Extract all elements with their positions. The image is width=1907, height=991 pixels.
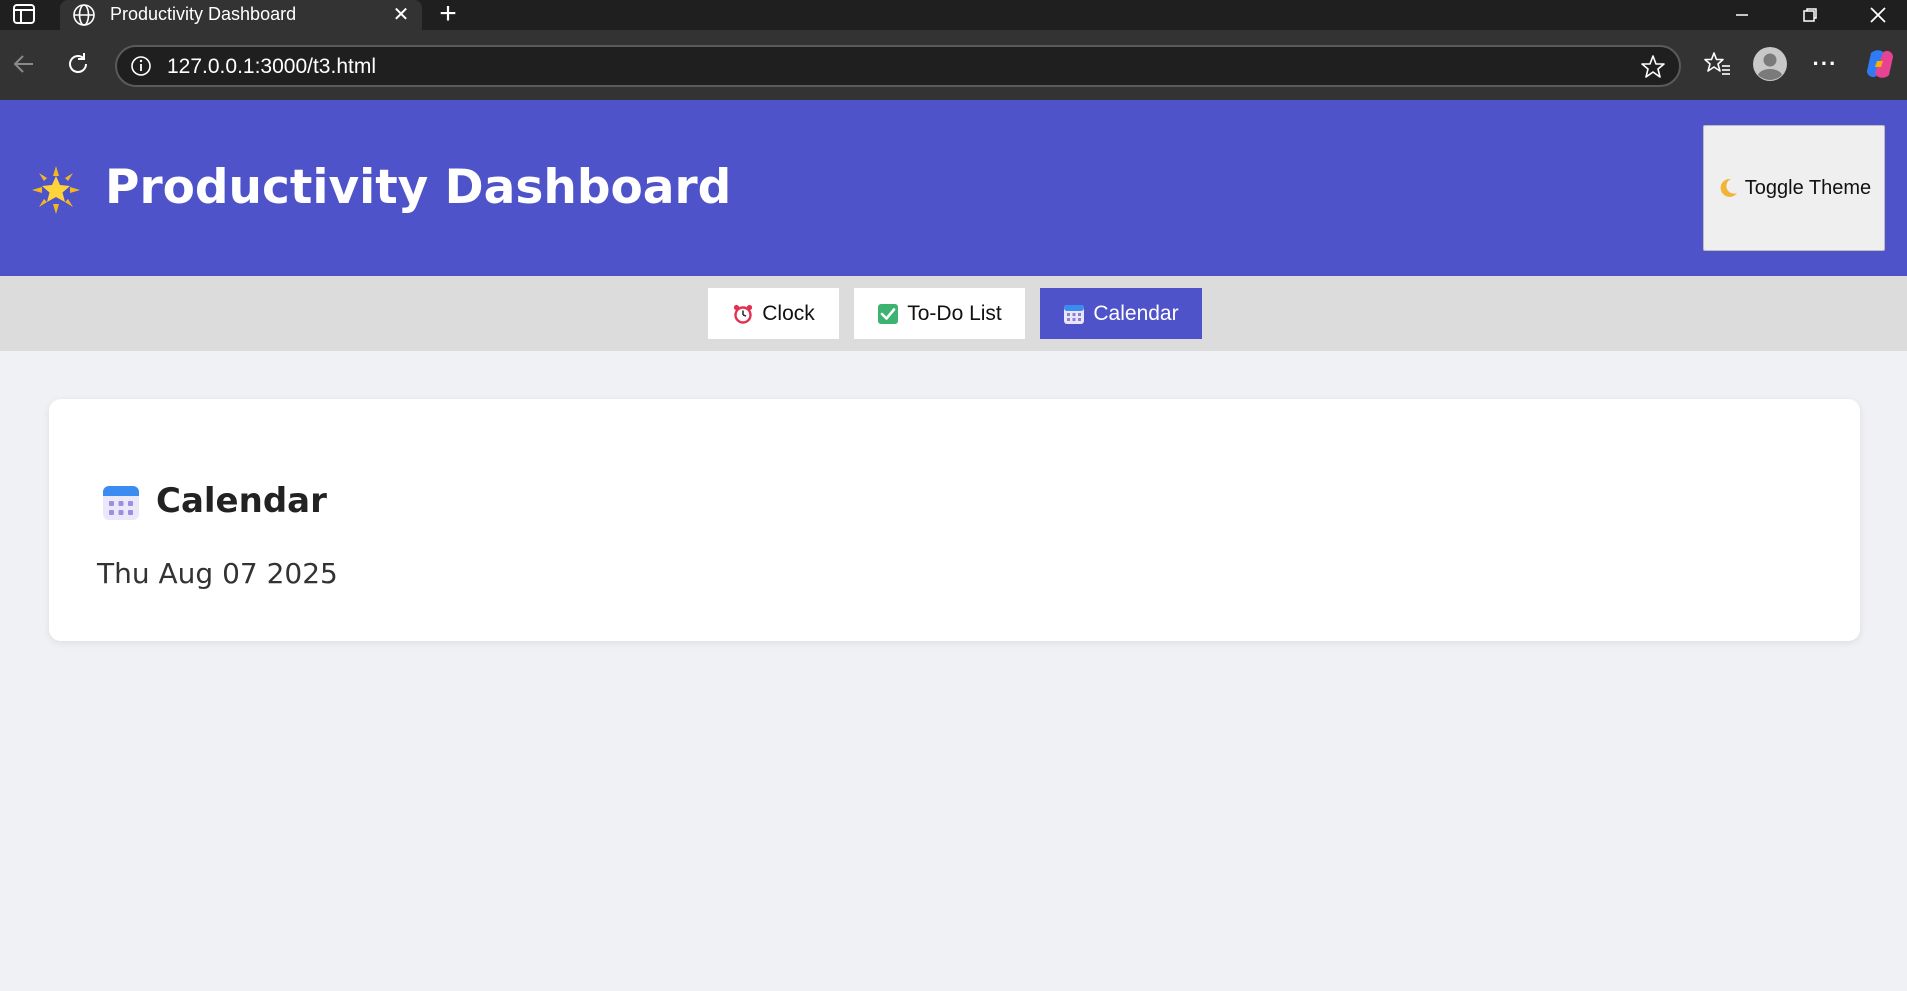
- current-date: Thu Aug 07 2025: [97, 557, 338, 590]
- tab-todo-list[interactable]: To-Do List: [854, 288, 1025, 339]
- app-header: Productivity Dashboard Toggle Theme: [0, 100, 1907, 276]
- browser-tab-bar: Productivity Dashboard ✕ +: [0, 0, 1907, 30]
- page-viewport: Productivity Dashboard Toggle Theme Cloc…: [0, 100, 1907, 991]
- star-icon[interactable]: [1639, 53, 1667, 81]
- window-close-icon[interactable]: [1844, 0, 1907, 30]
- info-icon[interactable]: [129, 54, 153, 78]
- profile-icon[interactable]: [1752, 46, 1788, 82]
- moon-icon: [1717, 177, 1739, 199]
- tab-clock[interactable]: Clock: [708, 288, 839, 339]
- tab-calendar[interactable]: Calendar: [1040, 288, 1202, 339]
- restore-icon[interactable]: [1776, 0, 1844, 30]
- browser-toolbar: 127.0.0.1:3000/t3.html ···: [0, 30, 1907, 100]
- browser-tab[interactable]: Productivity Dashboard ✕: [60, 0, 422, 30]
- close-icon[interactable]: ✕: [390, 4, 412, 26]
- copilot-icon[interactable]: [1862, 46, 1898, 82]
- globe-icon: [72, 3, 96, 27]
- card-title: Calendar: [156, 481, 327, 521]
- tab-clock-label: Clock: [762, 301, 815, 325]
- tab-calendar-label: Calendar: [1093, 301, 1179, 325]
- tab-todo-list-label: To-Do List: [907, 301, 1002, 325]
- check-box-icon: [877, 303, 899, 325]
- back-icon[interactable]: [2, 42, 46, 86]
- reload-icon[interactable]: [56, 42, 100, 86]
- sidebar-icon[interactable]: [11, 3, 37, 25]
- plus-icon[interactable]: +: [434, 0, 462, 29]
- tab-navigation: Clock To-Do List Calendar: [0, 276, 1907, 351]
- favorites-icon[interactable]: [1699, 46, 1735, 82]
- toggle-theme-button[interactable]: Toggle Theme: [1703, 125, 1885, 251]
- calendar-icon: [102, 484, 140, 522]
- calendar-icon: [1063, 303, 1085, 325]
- more-icon[interactable]: ···: [1807, 46, 1843, 82]
- address-bar[interactable]: 127.0.0.1:3000/t3.html: [115, 45, 1681, 87]
- page-title: Productivity Dashboard: [105, 160, 732, 215]
- url-text[interactable]: 127.0.0.1:3000/t3.html: [167, 55, 376, 79]
- calendar-card: Calendar Thu Aug 07 2025: [49, 399, 1860, 641]
- tab-title: Productivity Dashboard: [110, 4, 297, 24]
- minimize-icon[interactable]: [1708, 0, 1776, 30]
- toggle-theme-label: Toggle Theme: [1744, 176, 1872, 199]
- star-icon: [30, 164, 82, 216]
- alarm-clock-icon: [732, 303, 754, 325]
